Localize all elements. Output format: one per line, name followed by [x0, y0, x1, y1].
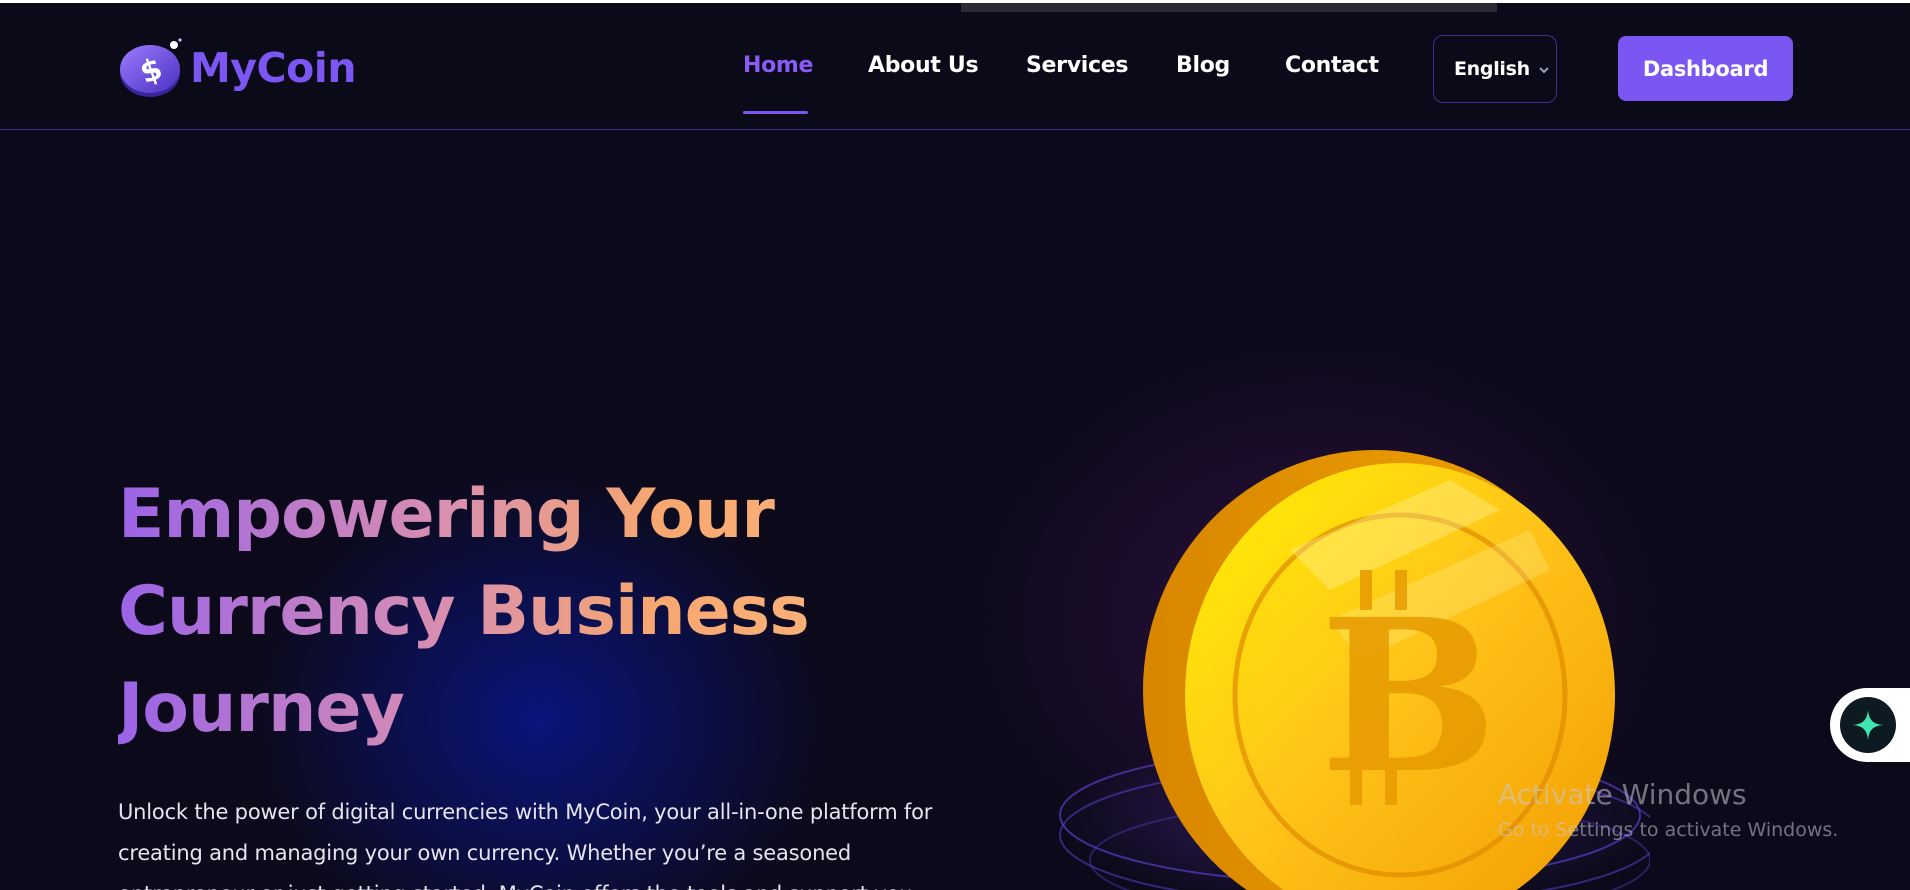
- nav-item-home[interactable]: Home: [743, 53, 813, 78]
- hero-title: Empowering Your Currency Business Journe…: [118, 466, 838, 757]
- brand-name: MyCoin: [190, 44, 357, 92]
- watermark-subtitle: Go to Settings to activate Windows.: [1498, 819, 1839, 841]
- dollar-coin-icon: $: [118, 37, 186, 99]
- watermark-title: Activate Windows: [1498, 778, 1747, 811]
- language-selected-label: English: [1454, 58, 1530, 80]
- floating-assistant-button[interactable]: [1830, 688, 1910, 762]
- nav-item-services[interactable]: Services: [1026, 53, 1128, 78]
- dashboard-button[interactable]: Dashboard: [1618, 36, 1793, 101]
- language-select[interactable]: English: [1433, 35, 1557, 103]
- chevron-down-icon: [1538, 63, 1550, 75]
- nav-item-blog[interactable]: Blog: [1176, 53, 1230, 78]
- windows-activation-watermark: Activate Windows Go to Settings to activ…: [1498, 778, 1838, 841]
- site-header: $ MyCoin Home About Us Services Blog Con…: [0, 3, 1910, 130]
- nav-item-contact[interactable]: Contact: [1285, 53, 1379, 78]
- hero-description: Unlock the power of digital currencies w…: [118, 800, 933, 890]
- active-nav-indicator: [743, 111, 808, 114]
- svg-text:B: B: [1320, 573, 1498, 820]
- sparkle-icon: [1840, 697, 1896, 753]
- brand-logo[interactable]: $ MyCoin: [118, 33, 357, 103]
- browser-tab-overlay: [961, 3, 1497, 12]
- hero-title-line: Currency Business: [118, 572, 809, 651]
- nav-item-about-us[interactable]: About Us: [868, 53, 979, 78]
- landing-page: $ MyCoin Home About Us Services Blog Con…: [0, 0, 1910, 890]
- hero-title-line: Empowering Your: [118, 475, 774, 554]
- hero-title-line: Journey: [118, 669, 404, 748]
